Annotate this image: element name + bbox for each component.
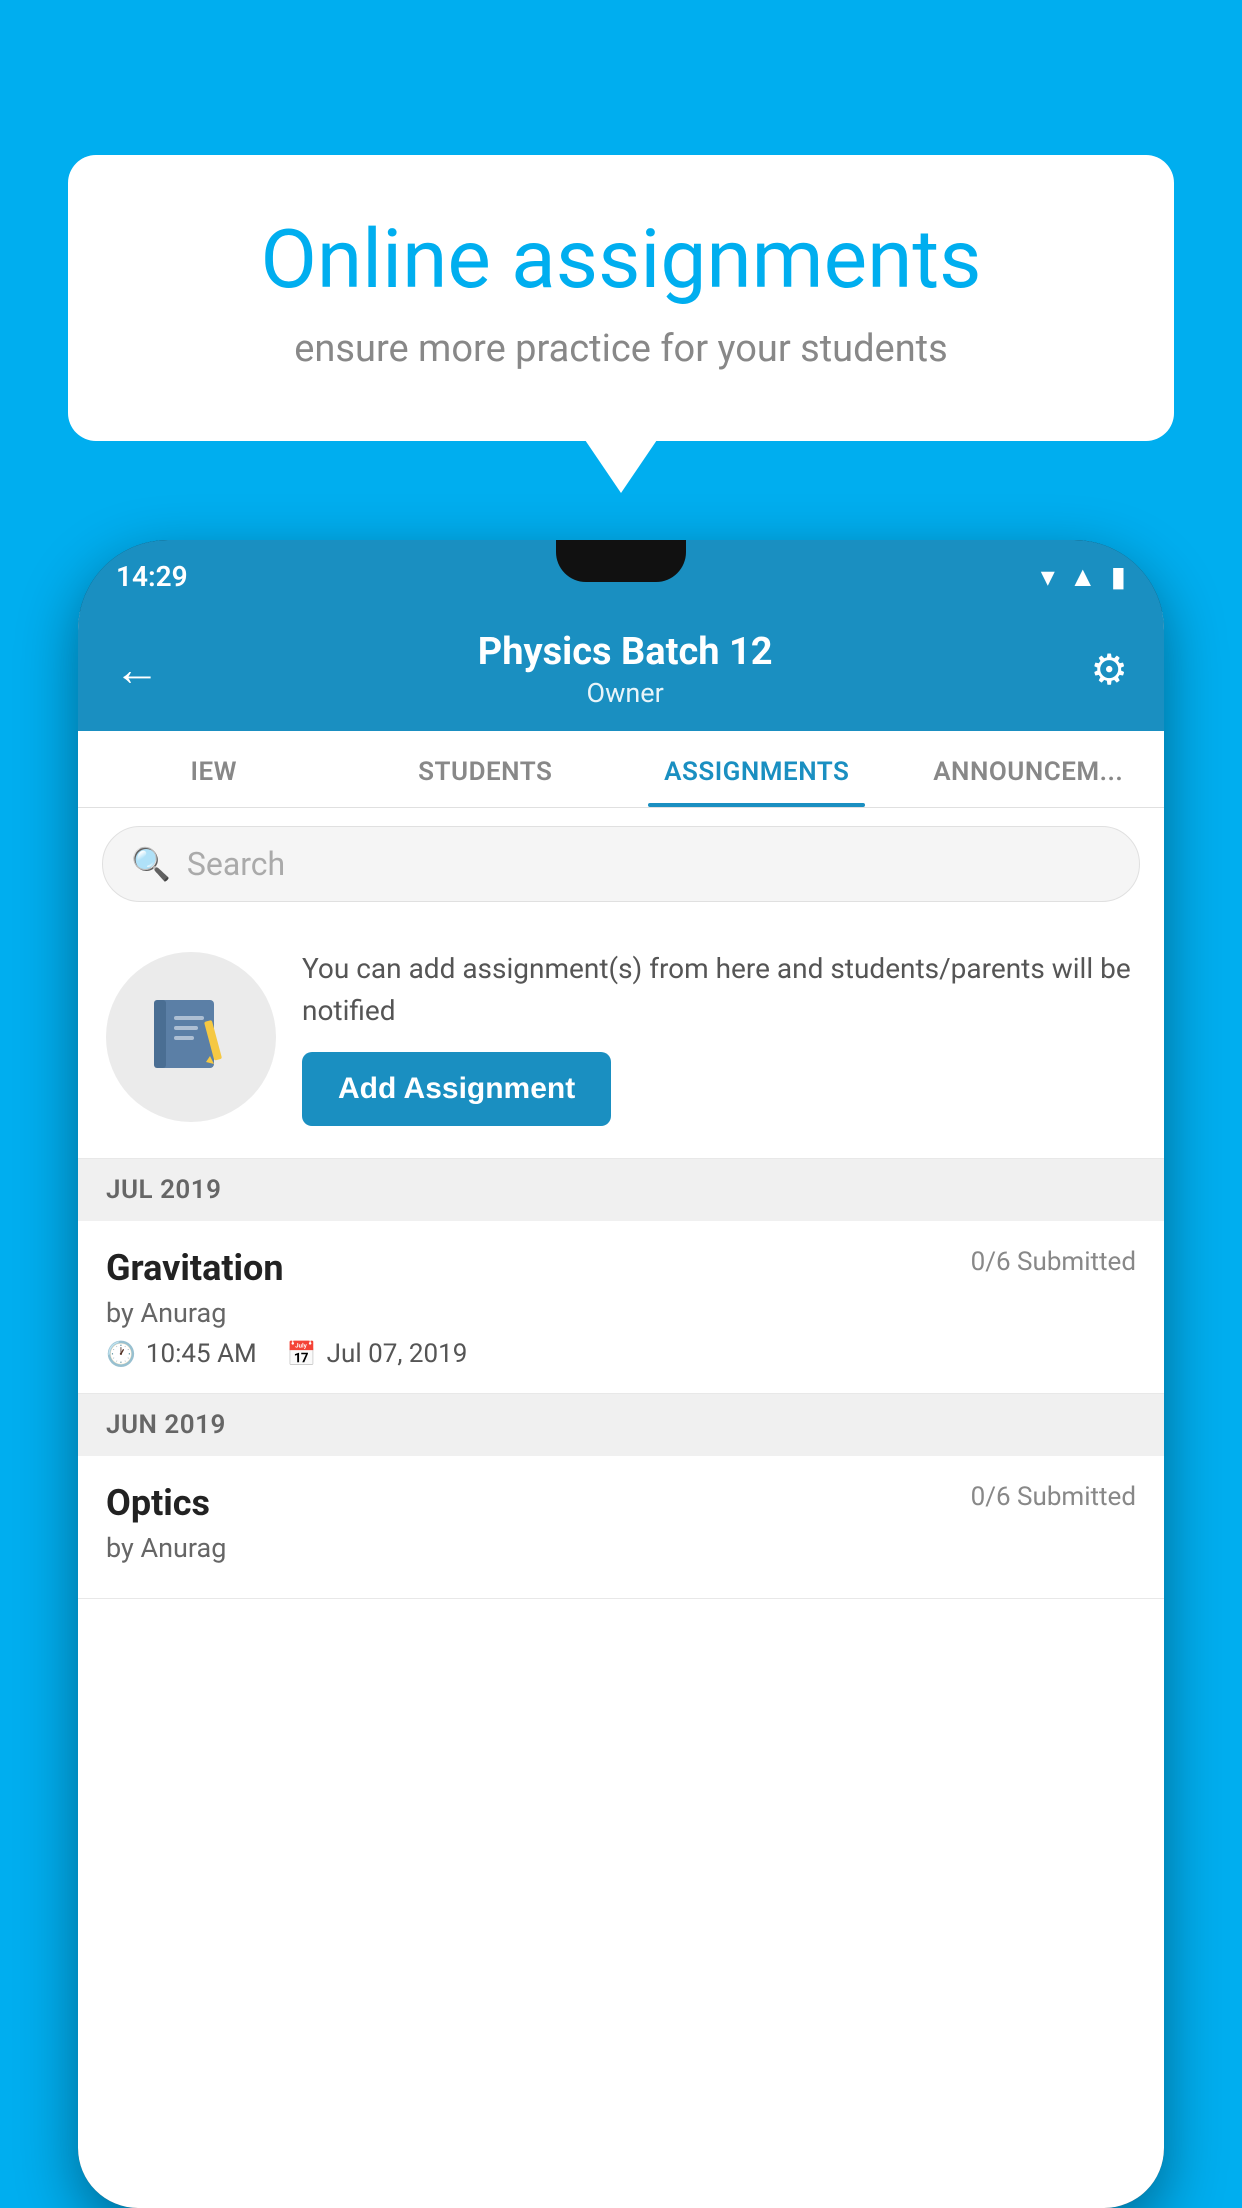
tab-bar: IEW STUDENTS ASSIGNMENTS ANNOUNCEM... [78, 731, 1164, 808]
status-icons: ▾ ▲ ▮ [1041, 560, 1126, 593]
search-bar[interactable]: 🔍 Search [102, 826, 1140, 902]
settings-button[interactable]: ⚙ [1090, 645, 1128, 695]
assignment-item-gravitation[interactable]: Gravitation 0/6 Submitted by Anurag 🕐 10… [78, 1221, 1164, 1394]
search-icon: 🔍 [131, 845, 171, 883]
add-assignment-button[interactable]: Add Assignment [302, 1052, 611, 1126]
notebook-icon-circle [106, 952, 276, 1122]
section-header-jul: JUL 2019 [78, 1159, 1164, 1221]
promo-right: You can add assignment(s) from here and … [302, 948, 1136, 1126]
assignment-submitted: 0/6 Submitted [971, 1247, 1136, 1277]
clock-icon: 🕐 [106, 1340, 136, 1368]
status-bar: 14:29 ▾ ▲ ▮ [78, 540, 1164, 612]
calendar-icon: 📅 [287, 1340, 317, 1368]
tab-assignments[interactable]: ASSIGNMENTS [621, 731, 893, 807]
tab-announcements[interactable]: ANNOUNCEM... [893, 731, 1165, 807]
notebook-icon [146, 992, 236, 1082]
tab-students[interactable]: STUDENTS [350, 731, 622, 807]
header-center: Physics Batch 12 Owner [478, 630, 773, 709]
assignment-name: Gravitation [106, 1247, 284, 1289]
search-placeholder: Search [187, 845, 285, 883]
header-title: Physics Batch 12 [478, 630, 773, 674]
phone-notch [556, 540, 686, 582]
phone-frame: 14:29 ▾ ▲ ▮ ← Physics Batch 12 Owner ⚙ I… [78, 540, 1164, 2208]
assignment-by: by Anurag [106, 1297, 1136, 1329]
tab-iew[interactable]: IEW [78, 731, 350, 807]
wifi-icon: ▾ [1041, 560, 1055, 593]
speech-bubble-container: Online assignments ensure more practice … [68, 155, 1174, 441]
phone-inner: ← Physics Batch 12 Owner ⚙ IEW STUDENTS … [78, 612, 1164, 2208]
assignment-date: 📅 Jul 07, 2019 [287, 1339, 468, 1369]
section-header-jun: JUN 2019 [78, 1394, 1164, 1456]
assignment-item-optics[interactable]: Optics 0/6 Submitted by Anurag [78, 1456, 1164, 1599]
assignment-submitted-optics: 0/6 Submitted [971, 1482, 1136, 1512]
scrollable-content: 🔍 Search [78, 808, 1164, 2208]
assignment-by-optics: by Anurag [106, 1532, 1136, 1564]
speech-bubble-subtitle: ensure more practice for your students [138, 327, 1104, 371]
search-bar-container: 🔍 Search [78, 808, 1164, 920]
add-assignment-promo: You can add assignment(s) from here and … [78, 920, 1164, 1159]
assignment-time: 🕐 10:45 AM [106, 1339, 257, 1369]
status-time: 14:29 [116, 560, 188, 593]
app-header: ← Physics Batch 12 Owner ⚙ [78, 612, 1164, 731]
speech-bubble-title: Online assignments [138, 215, 1104, 305]
battery-icon: ▮ [1111, 560, 1126, 593]
promo-description: You can add assignment(s) from here and … [302, 948, 1136, 1032]
assignment-meta: 🕐 10:45 AM 📅 Jul 07, 2019 [106, 1339, 1136, 1369]
speech-bubble: Online assignments ensure more practice … [68, 155, 1174, 441]
assignment-top-row: Gravitation 0/6 Submitted [106, 1247, 1136, 1289]
back-button[interactable]: ← [114, 642, 160, 697]
assignment-top-row-optics: Optics 0/6 Submitted [106, 1482, 1136, 1524]
signal-icon: ▲ [1069, 560, 1097, 593]
assignment-name-optics: Optics [106, 1482, 210, 1524]
header-subtitle: Owner [478, 677, 773, 709]
